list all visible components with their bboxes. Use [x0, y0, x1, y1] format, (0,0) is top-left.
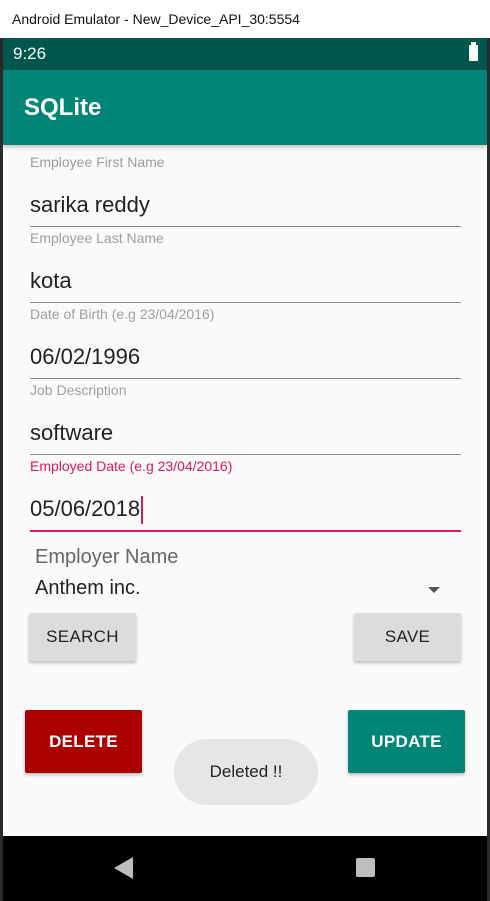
save-button[interactable]: SAVE	[354, 613, 461, 661]
first-name-field[interactable]: Employee First Name sarika reddy	[30, 153, 461, 227]
update-button[interactable]: UPDATE	[348, 710, 465, 773]
delete-button[interactable]: DELETE	[25, 710, 142, 773]
employed-date-underline	[30, 530, 461, 532]
dob-underline	[30, 378, 461, 379]
dob-input[interactable]: 06/02/1996	[30, 342, 461, 372]
first-name-label: Employee First Name	[30, 154, 165, 170]
last-name-input[interactable]: kota	[30, 266, 461, 296]
app-bar: SQLite	[3, 70, 487, 145]
dob-field[interactable]: Date of Birth (e.g 23/04/2016) 06/02/199…	[30, 305, 461, 379]
job-description-input[interactable]: software	[30, 418, 461, 448]
employer-spinner[interactable]: Anthem inc.	[35, 577, 141, 600]
status-time: 9:26	[13, 44, 47, 63]
search-button[interactable]: SEARCH	[29, 613, 136, 661]
employed-date-field[interactable]: Employed Date (e.g 23/04/2016) 05/06/201…	[30, 457, 461, 532]
job-description-label: Job Description	[30, 382, 127, 398]
toast-message: Deleted !!	[174, 739, 318, 805]
back-icon[interactable]	[114, 857, 133, 879]
job-description-field[interactable]: Job Description software	[30, 381, 461, 455]
app-title: SQLite	[24, 94, 102, 121]
job-description-underline	[30, 454, 461, 455]
recents-icon[interactable]	[356, 858, 375, 877]
first-name-input[interactable]: sarika reddy	[30, 190, 461, 220]
employed-date-label: Employed Date (e.g 23/04/2016)	[30, 458, 233, 474]
last-name-field[interactable]: Employee Last Name kota	[30, 229, 461, 303]
employed-date-input[interactable]: 05/06/2018	[30, 494, 461, 525]
device-screen: 9:26 SQLite Employee First Name sarika r…	[3, 38, 487, 901]
emulator-window-title: Android Emulator - New_Device_API_30:555…	[0, 0, 490, 38]
chevron-down-icon[interactable]	[428, 587, 440, 593]
last-name-underline	[30, 302, 461, 303]
navigation-bar	[3, 836, 487, 901]
status-bar: 9:26	[3, 38, 487, 70]
text-cursor	[141, 496, 144, 525]
last-name-label: Employee Last Name	[30, 230, 164, 246]
employer-name-label: Employer Name	[35, 546, 179, 568]
emulator-title-text: Android Emulator - New_Device_API_30:555…	[12, 11, 300, 27]
dob-label: Date of Birth (e.g 23/04/2016)	[30, 306, 215, 322]
battery-icon	[469, 42, 478, 61]
employed-date-value: 05/06/2018	[30, 496, 141, 521]
first-name-underline	[30, 226, 461, 227]
